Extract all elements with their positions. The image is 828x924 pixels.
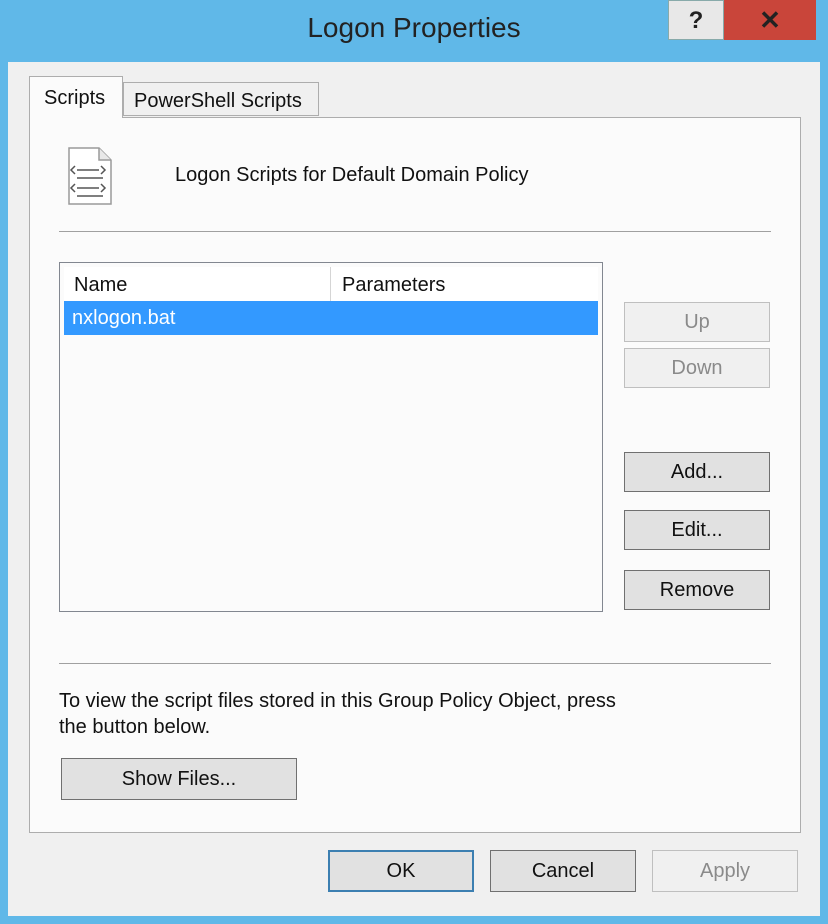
dialog-client-area: Scripts PowerShell Scripts Logon Scripts… bbox=[8, 62, 820, 916]
info-text-line-2: the button below. bbox=[59, 716, 211, 738]
panel-heading: Logon Scripts for Default Domain Policy bbox=[175, 164, 529, 186]
row-name-cell: nxlogon.bat bbox=[72, 307, 176, 329]
info-text-line-1: To view the script files stored in this … bbox=[59, 690, 616, 712]
column-header-name[interactable]: Name bbox=[74, 274, 127, 297]
table-row[interactable]: nxlogon.bat bbox=[64, 301, 598, 335]
info-text: To view the script files stored in this … bbox=[59, 688, 699, 740]
tab-scripts[interactable]: Scripts bbox=[29, 76, 123, 118]
help-button[interactable]: ? bbox=[668, 0, 724, 40]
top-divider bbox=[59, 231, 771, 232]
show-files-button[interactable]: Show Files... bbox=[61, 758, 297, 800]
remove-button[interactable]: Remove bbox=[624, 570, 770, 610]
edit-button[interactable]: Edit... bbox=[624, 510, 770, 550]
close-icon: ✕ bbox=[759, 5, 781, 35]
script-file-icon bbox=[68, 147, 112, 205]
list-header: Name Parameters bbox=[64, 267, 598, 302]
ok-button[interactable]: OK bbox=[328, 850, 474, 892]
add-button[interactable]: Add... bbox=[624, 452, 770, 492]
cancel-button[interactable]: Cancel bbox=[490, 850, 636, 892]
scripts-tab-panel: Logon Scripts for Default Domain Policy … bbox=[29, 117, 801, 833]
dialog-window: Logon Properties ? ✕ Scripts PowerShell … bbox=[0, 0, 828, 924]
column-header-parameters[interactable]: Parameters bbox=[342, 274, 445, 297]
tab-powershell-scripts[interactable]: PowerShell Scripts bbox=[123, 82, 319, 116]
column-divider[interactable] bbox=[330, 267, 331, 301]
scripts-list[interactable]: Name Parameters nxlogon.bat bbox=[59, 262, 603, 612]
apply-button[interactable]: Apply bbox=[652, 850, 798, 892]
up-button[interactable]: Up bbox=[624, 302, 770, 342]
down-button[interactable]: Down bbox=[624, 348, 770, 388]
bottom-divider bbox=[59, 663, 771, 664]
close-button[interactable]: ✕ bbox=[724, 0, 816, 40]
title-bar[interactable]: Logon Properties ? ✕ bbox=[0, 0, 828, 62]
